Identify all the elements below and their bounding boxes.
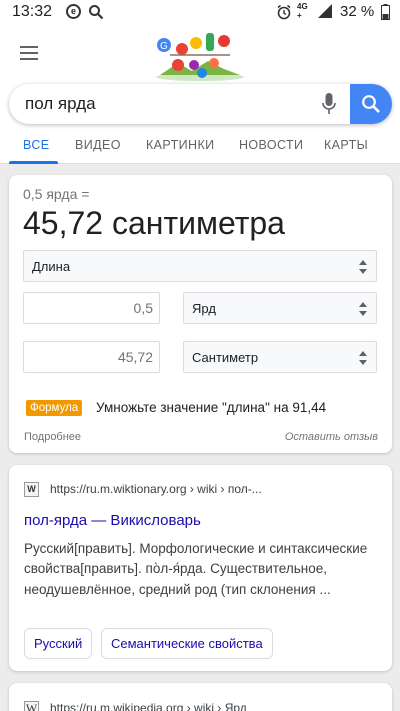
search-header: G пол ярда ВСЕ ВИДЕО КАРТИНКИ НОВОСТИ КА…: [0, 24, 400, 164]
category-select[interactable]: Длина: [23, 250, 377, 282]
category-select-value: Длина: [32, 259, 71, 274]
formula-badge: Формула: [26, 400, 83, 416]
conversion-result: 45,72 сантиметра: [23, 205, 285, 241]
search-tabs: ВСЕ ВИДЕО КАРТИНКИ НОВОСТИ КАРТЫ: [0, 132, 400, 164]
signal-icon: [318, 4, 332, 18]
network-indicator: 4G +: [297, 2, 308, 20]
result-title[interactable]: пол-ярда — Викисловарь: [24, 512, 201, 529]
feedback-link[interactable]: Оставить отзыв: [285, 431, 378, 443]
search-input[interactable]: пол ярда: [25, 94, 96, 114]
battery-percent: 32 %: [340, 3, 375, 20]
chip-russian[interactable]: Русский: [24, 628, 93, 659]
wiktionary-favicon-icon: W: [24, 482, 39, 497]
mic-icon[interactable]: [322, 93, 336, 115]
battery-icon: [381, 4, 390, 20]
google-doodle-icon[interactable]: G: [150, 27, 250, 83]
search-result: W https://ru.m.wikipedia.org › wiki › Яр…: [9, 683, 392, 711]
from-value-input[interactable]: 0,5: [23, 292, 160, 324]
tab-news[interactable]: НОВОСТИ: [239, 138, 303, 152]
more-link[interactable]: Подробнее: [24, 431, 81, 443]
tab-all[interactable]: ВСЕ: [23, 138, 50, 152]
search-result: W https://ru.m.wiktionary.org › wiki › п…: [9, 465, 392, 671]
formula-text: Умножьте значение "длина" на 91,44: [96, 400, 327, 415]
to-unit-value: Сантиметр: [192, 350, 259, 365]
chip-semantic-properties[interactable]: Семантические свойства: [101, 628, 273, 659]
result-snippet: Русский[править]. Морфологические и синт…: [24, 541, 368, 597]
result-url[interactable]: https://ru.m.wiktionary.org › wiki › пол…: [50, 482, 262, 496]
conversion-input-line: 0,5 ярда =: [23, 186, 90, 202]
tab-video[interactable]: ВИДЕО: [75, 138, 121, 152]
select-arrows-icon: [359, 302, 367, 316]
e-circle-icon: e: [66, 4, 81, 19]
hamburger-icon[interactable]: [20, 46, 38, 60]
active-tab-indicator: [9, 161, 58, 164]
search-icon: [89, 5, 104, 20]
alarm-icon: [277, 4, 291, 20]
status-bar: 13:32 e 4G + 32 %: [0, 0, 400, 24]
from-unit-value: Ярд: [192, 301, 216, 316]
tab-maps[interactable]: КАРТЫ: [324, 138, 368, 152]
svg-text:G: G: [160, 41, 168, 52]
search-icon: [362, 95, 380, 113]
network-sub: +: [297, 11, 302, 20]
wikipedia-favicon-icon: W: [24, 701, 39, 711]
search-box[interactable]: пол ярда: [9, 84, 392, 124]
search-button[interactable]: [350, 84, 392, 124]
result-url[interactable]: https://ru.m.wikipedia.org › wiki › Ярд: [50, 701, 247, 711]
to-unit-select[interactable]: Сантиметр: [183, 341, 377, 373]
unit-converter-card: 0,5 ярда = 45,72 сантиметра Длина 0,5 Яр…: [9, 175, 392, 453]
status-time: 13:32: [12, 3, 53, 20]
select-arrows-icon: [359, 351, 367, 365]
from-unit-select[interactable]: Ярд: [183, 292, 377, 324]
select-arrows-icon: [359, 260, 367, 274]
to-value-input[interactable]: 45,72: [23, 341, 160, 373]
network-type: 4G: [297, 2, 308, 11]
tab-images[interactable]: КАРТИНКИ: [146, 138, 215, 152]
